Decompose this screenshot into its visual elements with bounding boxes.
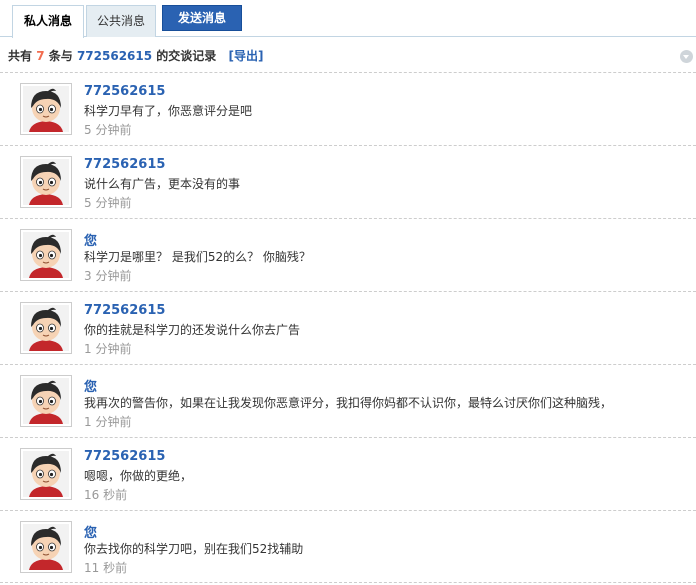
message-item: 772562615 嗯嗯，你做的更绝， 16 秒前: [0, 437, 696, 510]
message-text: 科学刀是哪里？ 是我们52的么？ 你脑残？: [84, 250, 311, 264]
message-count: 7: [36, 49, 45, 63]
message-author[interactable]: 772562615: [84, 449, 165, 464]
message-time: 16 秒前: [84, 488, 128, 502]
message-time: 1 分钟前: [84, 415, 132, 429]
summary-suffix: 的交谈记录: [156, 49, 217, 63]
avatar-cartoon-boy-icon[interactable]: [20, 521, 72, 573]
avatar-cartoon-boy-icon[interactable]: [20, 156, 72, 208]
message-item: 772562615 你的挂就是科学刀的还发说什么你去广告 1 分钟前: [0, 291, 696, 364]
avatar-cartoon-boy-icon[interactable]: [20, 302, 72, 354]
conversation-uid: 772562615: [76, 49, 153, 63]
message-author[interactable]: 772562615: [84, 303, 165, 318]
message-time: 5 分钟前: [84, 196, 132, 210]
message-time: 11 秒前: [84, 561, 128, 575]
summary-middle: 条与: [48, 49, 73, 63]
message-item: 您你去找你的科学刀吧，别在我们52找辅助 11 秒前: [0, 510, 696, 583]
message-text: 说什么有广告，更本没有的事: [84, 177, 241, 191]
export-link[interactable]: [导出]: [229, 49, 264, 63]
message-text: 我再次的警告你，如果在让我发现你恶意评分，我扣得你妈都不认识你，最特么讨厌你们这…: [84, 396, 613, 410]
message-author[interactable]: 772562615: [84, 84, 165, 99]
conversation-summary: 共有 7 条与 772562615 的交谈记录 [导出]: [8, 46, 263, 66]
message-time: 5 分钟前: [84, 123, 132, 137]
avatar-cartoon-boy-icon[interactable]: [20, 229, 72, 281]
list-divider: [0, 582, 696, 583]
message-text: 你去找你的科学刀吧，别在我们52找辅助: [84, 542, 304, 556]
send-message-button[interactable]: 发送消息: [162, 5, 242, 31]
message-item: 您我再次的警告你，如果在让我发现你恶意评分，我扣得你妈都不认识你，最特么讨厌你们…: [0, 364, 696, 437]
message-time: 1 分钟前: [84, 342, 132, 356]
message-time: 3 分钟前: [84, 269, 132, 283]
message-author[interactable]: 您: [84, 522, 97, 541]
message-item: 772562615 说什么有广告，更本没有的事 5 分钟前: [0, 145, 696, 218]
avatar-cartoon-boy-icon[interactable]: [20, 375, 72, 427]
message-text: 你的挂就是科学刀的还发说什么你去广告: [84, 323, 301, 337]
tab-public-messages[interactable]: 公共消息: [86, 5, 156, 37]
message-item: 您科学刀是哪里？ 是我们52的么？ 你脑残？ 3 分钟前: [0, 218, 696, 291]
avatar-cartoon-boy-icon[interactable]: [20, 448, 72, 500]
avatar-cartoon-boy-icon[interactable]: [20, 83, 72, 135]
message-item: 772562615 科学刀早有了，你恶意评分是吧 5 分钟前: [0, 72, 696, 145]
message-author[interactable]: 772562615: [84, 157, 165, 172]
collapse-chevron-icon[interactable]: [680, 50, 693, 63]
message-author[interactable]: 您: [84, 376, 97, 395]
tab-bar: 私人消息 公共消息 发送消息: [0, 0, 696, 38]
tab-private-messages[interactable]: 私人消息: [12, 5, 84, 38]
message-author[interactable]: 您: [84, 230, 97, 249]
message-text: 嗯嗯，你做的更绝，: [84, 469, 193, 483]
message-text: 科学刀早有了，你恶意评分是吧: [84, 104, 253, 118]
summary-prefix: 共有: [8, 49, 33, 63]
